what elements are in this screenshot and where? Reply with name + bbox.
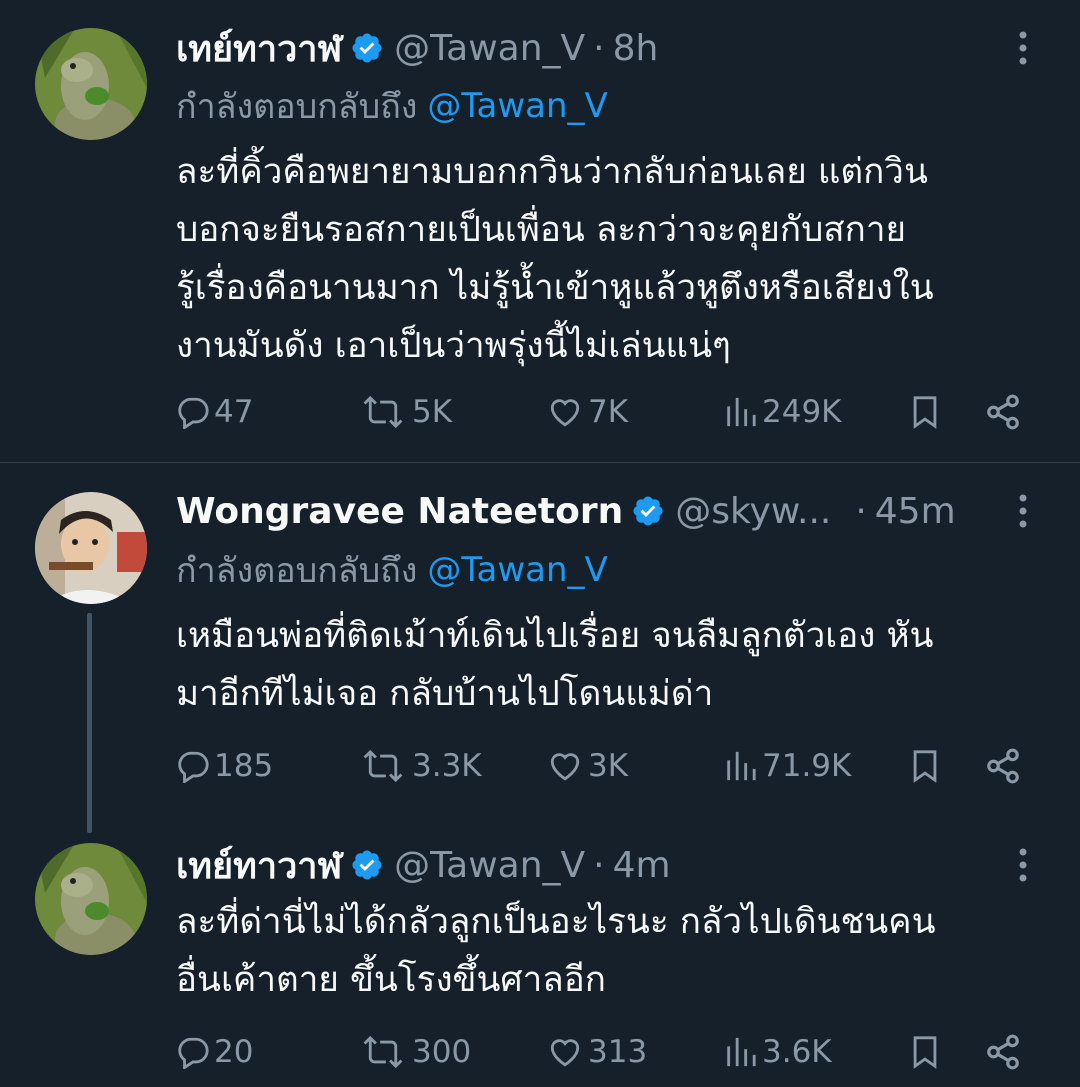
reply-icon — [178, 397, 209, 429]
view-count: 249K — [762, 394, 842, 430]
reply-icon — [178, 1037, 209, 1069]
tweet-text-line: ละที่คิ้วคือพยายามบอกกวินว่ากลับก่อนเลย … — [176, 152, 928, 192]
thread-connector — [87, 613, 92, 833]
bookmark-icon — [913, 1036, 937, 1069]
replying-to-label: กำลังตอบกลับถึง — [176, 551, 418, 591]
like-count: 7K — [588, 394, 629, 430]
avatar-tawan[interactable] — [35, 28, 147, 140]
replying-to: กำลังตอบกลับถึง @Tawan_V — [176, 82, 608, 130]
more-options-icon[interactable] — [1008, 845, 1038, 885]
views-button[interactable]: 71.9K — [722, 741, 851, 791]
share-icon — [987, 1034, 1019, 1070]
heart-icon — [550, 399, 580, 427]
like-button[interactable]: 313 — [546, 1027, 647, 1077]
verified-badge-icon — [352, 33, 382, 63]
like-button[interactable]: 7K — [546, 387, 628, 437]
views-icon — [727, 397, 756, 427]
tweet-text-line: เหมือนพ่อที่ติดเม้าท์เดินไปเรื่อย จนลืมล… — [176, 616, 934, 656]
display-name[interactable]: เทย์ทาวาฬ — [176, 837, 342, 894]
heart-icon — [550, 1039, 580, 1067]
user-handle[interactable]: @skyw... — [675, 491, 831, 532]
heart-icon — [550, 753, 580, 781]
replying-to-label: กำลังตอบกลับถึง — [176, 87, 418, 127]
more-options-icon[interactable] — [1008, 491, 1038, 531]
retweet-icon — [363, 395, 403, 429]
timestamp[interactable]: 45m — [875, 491, 956, 532]
separator-dot: · — [855, 490, 867, 532]
timestamp[interactable]: 8h — [613, 28, 659, 69]
share-button[interactable] — [984, 1027, 1026, 1077]
view-count: 3.6K — [762, 1034, 832, 1070]
retweet-icon — [363, 749, 403, 783]
verified-badge-icon — [633, 496, 663, 526]
user-handle[interactable]: @Tawan_V — [394, 845, 585, 886]
tweet-text-line: ละที่ด่านี่ไม่ได้กลัวลูกเป็นอะไรนะ กลัวไ… — [176, 902, 936, 942]
bookmark-button[interactable] — [908, 741, 946, 791]
reply-count: 185 — [214, 748, 274, 784]
tweet-actions: 20 300 313 3.6K — [0, 1027, 1080, 1077]
share-button[interactable] — [984, 387, 1026, 437]
tweet-2[interactable]: Wongravee Nateetorn @skyw... · 45m กำลัง… — [0, 463, 1080, 833]
tweet-header: เทย์ทาวาฬ @Tawan_V · 4m — [176, 841, 671, 889]
reply-count: 20 — [214, 1034, 254, 1070]
display-name[interactable]: เทย์ทาวาฬ — [176, 20, 342, 77]
retweet-count: 300 — [412, 1034, 472, 1070]
view-count: 71.9K — [762, 748, 852, 784]
tweet-text-line: บอกจะยืนรอสกายเป็นเพื่อน ละกว่าจะคุยกับส… — [176, 210, 907, 250]
reply-button[interactable]: 20 — [176, 1027, 253, 1077]
mention-link[interactable]: @Tawan_V — [427, 86, 607, 126]
like-button[interactable]: 3K — [546, 741, 628, 791]
bookmark-icon — [913, 396, 937, 429]
retweet-icon — [363, 1035, 403, 1069]
retweet-button[interactable]: 300 — [358, 1027, 471, 1077]
share-icon — [987, 748, 1019, 784]
tweet-text: เหมือนพ่อที่ติดเม้าท์เดินไปเรื่อย จนลืมล… — [176, 607, 1056, 723]
tweet-header: Wongravee Nateetorn @skyw... · 45m — [176, 487, 956, 535]
tweet-text: ละที่คิ้วคือพยายามบอกกวินว่ากลับก่อนเลย … — [176, 143, 1056, 375]
separator-dot: · — [593, 27, 605, 69]
tweet-actions: 47 5K 7K 249K — [0, 387, 1080, 437]
tweet-text-line: งานมันดัง เอาเป็นว่าพรุ่งนี้ไม่เล่นแน่ๆ — [176, 326, 731, 366]
tweet-text-line: มาอีกทีไม่เจอ กลับบ้านไปโดนแม่ด่า — [176, 674, 714, 714]
retweet-count: 5K — [412, 394, 453, 430]
views-icon — [727, 1037, 756, 1067]
avatar-wongravee[interactable] — [35, 492, 147, 604]
views-button[interactable]: 249K — [722, 387, 842, 437]
views-button[interactable]: 3.6K — [722, 1027, 832, 1077]
timestamp[interactable]: 4m — [613, 845, 671, 886]
tweet-text-line: รู้เรื่องคือนานมาก ไม่รู้น้ำเข้าหูแล้วหู… — [176, 268, 934, 308]
retweet-count: 3.3K — [412, 748, 482, 784]
tweet-text-line: อื่นเค้าตาย ขึ้นโรงขึ้นศาลอีก — [176, 960, 606, 1000]
tweet-header: เทย์ทาวาฬ @Tawan_V · 8h — [176, 24, 658, 72]
reply-button[interactable]: 47 — [176, 387, 253, 437]
more-options-icon[interactable] — [1008, 28, 1038, 68]
display-name[interactable]: Wongravee Nateetorn — [176, 491, 623, 532]
like-count: 3K — [588, 748, 629, 784]
retweet-button[interactable]: 5K — [358, 387, 452, 437]
views-icon — [727, 751, 756, 781]
replying-to: กำลังตอบกลับถึง @Tawan_V — [176, 546, 608, 594]
share-icon — [987, 394, 1019, 430]
reply-count: 47 — [214, 394, 254, 430]
bookmark-icon — [913, 750, 937, 783]
share-button[interactable] — [984, 741, 1026, 791]
separator-dot: · — [593, 844, 605, 886]
tweet-actions: 185 3.3K 3K 71.9K — [0, 741, 1080, 791]
tweet-1[interactable]: เทย์ทาวาฬ @Tawan_V · 8h กำลังตอบกลับถึง … — [0, 0, 1080, 462]
reply-button[interactable]: 185 — [176, 741, 273, 791]
bookmark-button[interactable] — [908, 387, 946, 437]
tweet-text: ละที่ด่านี่ไม่ได้กลัวลูกเป็นอะไรนะ กลัวไ… — [176, 893, 1056, 1009]
like-count: 313 — [588, 1034, 648, 1070]
user-handle[interactable]: @Tawan_V — [394, 28, 585, 69]
reply-icon — [178, 751, 209, 783]
mention-link[interactable]: @Tawan_V — [427, 550, 607, 590]
retweet-button[interactable]: 3.3K — [358, 741, 482, 791]
tweet-3[interactable]: เทย์ทาวาฬ @Tawan_V · 4m ละที่ด่านี่ไม่ได… — [0, 823, 1080, 1087]
bookmark-button[interactable] — [908, 1027, 946, 1077]
avatar-tawan[interactable] — [35, 843, 147, 955]
verified-badge-icon — [352, 850, 382, 880]
